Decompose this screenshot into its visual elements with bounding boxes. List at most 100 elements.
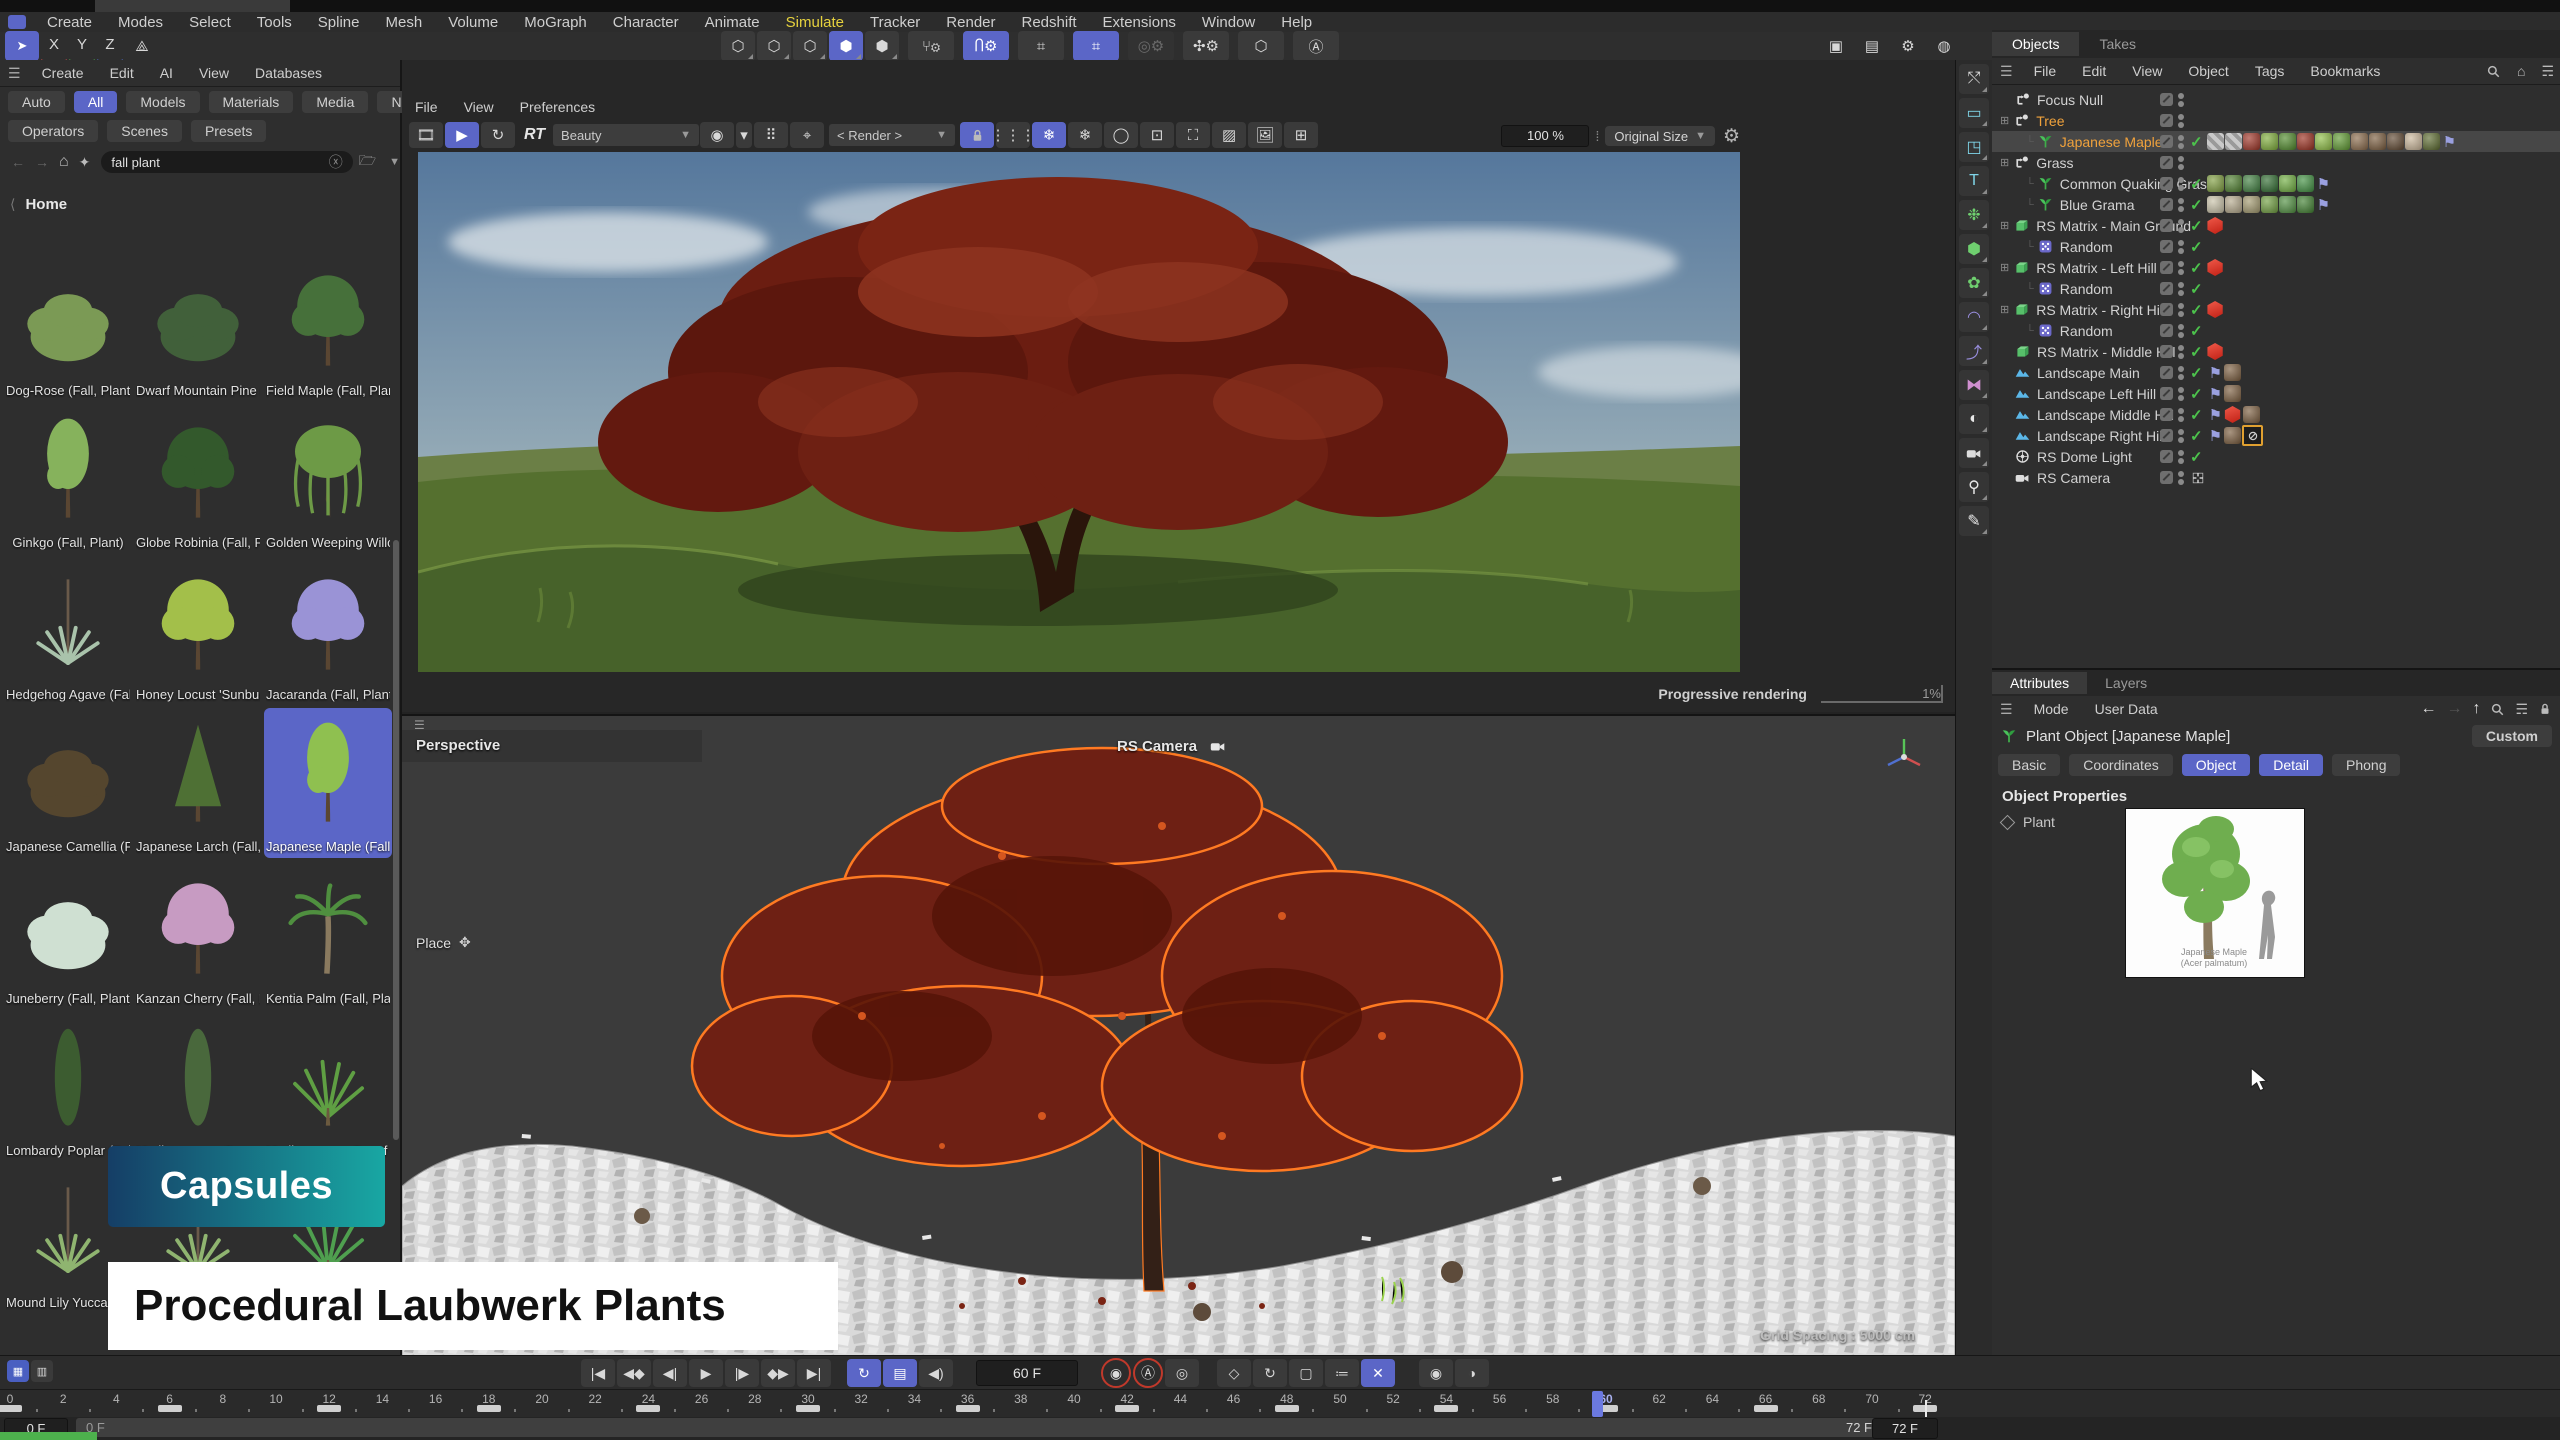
visibility-dots[interactable] (2178, 344, 2184, 360)
record-parameter[interactable]: ≔ (1325, 1359, 1359, 1387)
object-row-rs-dome-light[interactable]: RS Dome Light✓ (1992, 446, 2560, 467)
menu-volume[interactable]: Volume (435, 14, 511, 31)
layer-toggle[interactable] (2160, 282, 2173, 295)
attr-panel-menu-icon[interactable]: ☰ (2000, 701, 2013, 718)
om-tab-objects[interactable]: Objects (1992, 32, 2079, 56)
pv-menu-file[interactable]: File (402, 99, 451, 115)
redshift-tag[interactable] (2224, 406, 2241, 423)
material-tag[interactable] (2207, 175, 2224, 192)
grid-toggle-icon[interactable]: ⌗ (1018, 31, 1064, 61)
menu-render[interactable]: Render (933, 14, 1008, 31)
filter-tab-scenes[interactable]: Scenes (107, 120, 182, 142)
auto-mode-icon[interactable]: Ⓐ (1293, 31, 1339, 61)
interactive-render-icon[interactable]: ◍ (1927, 31, 1961, 61)
camera-active-icon[interactable] (2190, 470, 2206, 486)
om-menu-object[interactable]: Object (2175, 63, 2241, 79)
visibility-dots[interactable] (2178, 92, 2184, 108)
loop-playback[interactable]: ↻ (847, 1359, 881, 1387)
attr-tab-chip-detail[interactable]: Detail (2259, 754, 2323, 776)
layer-toggle[interactable] (2160, 324, 2173, 337)
menu-modes[interactable]: Modes (105, 14, 176, 31)
timeline-mode-icon[interactable]: ▦ (7, 1360, 29, 1382)
record-keyframe[interactable]: ◉ (1101, 1358, 1131, 1388)
material-tag[interactable] (2423, 133, 2440, 150)
plant-param-bullet[interactable] (2000, 814, 2016, 830)
filter-tab-operators[interactable]: Operators (8, 120, 98, 142)
material-tag[interactable] (2369, 133, 2386, 150)
attr-tab-chip-coordinates[interactable]: Coordinates (2069, 754, 2173, 776)
enabled-check-icon[interactable]: ✓ (2190, 217, 2203, 235)
ab-menu-view[interactable]: View (186, 65, 242, 81)
material-tag[interactable] (2261, 133, 2278, 150)
record-rotation[interactable]: ↻ (1253, 1359, 1287, 1387)
solo-object[interactable]: ◉ (1419, 1359, 1453, 1387)
plant-tile-japanese[interactable]: Japanese Larch (Fall, Pl... (134, 708, 262, 858)
redshift-tag[interactable] (2207, 217, 2224, 234)
object-row-landscape-right-hill[interactable]: Landscape Right Hill✓⚑ (1992, 425, 2560, 446)
visibility-dots[interactable] (2178, 239, 2184, 255)
render-view-icon[interactable]: ▣ (1819, 31, 1853, 61)
expand-box[interactable]: ⊞ (2000, 156, 2009, 169)
visibility-dots[interactable] (2178, 218, 2184, 234)
menu-redshift[interactable]: Redshift (1009, 14, 1090, 31)
collapse-icon[interactable]: ⟨ (10, 196, 15, 213)
timeline-options-icon[interactable]: ▥ (31, 1360, 53, 1382)
clear-search-icon[interactable]: ⓧ (329, 152, 343, 172)
enabled-check-icon[interactable]: ✓ (2190, 196, 2203, 214)
layer-toggle[interactable] (2160, 408, 2173, 421)
pv-region-icon[interactable]: ◯ (1104, 122, 1138, 148)
plant-tile-lombardy[interactable]: Lombardy Poplar (Fall... (4, 1012, 132, 1162)
material-tag[interactable] (2261, 196, 2278, 213)
object-row-random[interactable]: └Random✓ (1992, 278, 2560, 299)
expand-box[interactable]: ⊞ (2000, 114, 2009, 127)
enabled-check-icon[interactable]: ✓ (2190, 280, 2203, 298)
solo-hierarchy[interactable]: ◑ (1455, 1359, 1489, 1387)
pv-size-dropdown[interactable]: Original Size▼ (1605, 126, 1715, 146)
material-tag[interactable] (2225, 133, 2242, 150)
hierarchy-options-icon[interactable]: ⑂⚙ (908, 31, 954, 61)
layer-toggle[interactable] (2160, 366, 2173, 379)
plant-tile-hedgehog[interactable]: Hedgehog Agave (Fall... (4, 556, 132, 706)
object-row-common-quaking-grass[interactable]: └Common Quaking Grass✓⚑ (1992, 173, 2560, 194)
object-row-rs-matrix-right-hill[interactable]: ⊞RS Matrix - Right Hill✓ (1992, 299, 2560, 320)
pv-beauty-dropdown[interactable]: Beauty▼ (553, 124, 699, 146)
material-tag[interactable] (2279, 175, 2296, 192)
material-tag[interactable] (2243, 196, 2260, 213)
enabled-check-icon[interactable]: ✓ (2190, 343, 2203, 361)
add-text-icon[interactable]: T (1959, 166, 1989, 196)
layer-toggle[interactable] (2160, 219, 2173, 232)
material-tag[interactable] (2297, 196, 2314, 213)
pv-zoom-field[interactable]: 100 % (1501, 125, 1589, 147)
menu-create[interactable]: Create (34, 14, 105, 31)
plant-tile-mediterranean[interactable]: Mediterranean Dwarf ... (264, 1012, 392, 1162)
visibility-dots[interactable] (2178, 323, 2184, 339)
render-settings-icon[interactable]: ⚙ (1891, 31, 1925, 61)
edit-pen-icon[interactable]: ✎ (1959, 506, 1989, 536)
layer-toggle[interactable] (2160, 135, 2173, 148)
enabled-check-icon[interactable]: ✓ (2190, 406, 2203, 424)
prev-key[interactable]: ◀◆ (617, 1359, 651, 1387)
layer-toggle[interactable] (2160, 114, 2173, 127)
add-camera-icon[interactable] (1959, 438, 1989, 468)
enabled-check-icon[interactable]: ✓ (2190, 238, 2203, 256)
playhead[interactable] (1592, 1391, 1603, 1417)
enabled-check-icon[interactable]: ✓ (2190, 259, 2203, 277)
mode-polygons-icon[interactable]: ⬡ (793, 31, 827, 61)
material-tag[interactable] (2225, 196, 2242, 213)
menu-mograph[interactable]: MoGraph (511, 14, 600, 31)
menu-spline[interactable]: Spline (305, 14, 373, 31)
annotation-flag-tag[interactable]: ⚑ (2317, 196, 2330, 214)
sound-toggle[interactable]: ◀) (919, 1359, 953, 1387)
material-tag[interactable] (2333, 133, 2350, 150)
material-tag[interactable] (2297, 133, 2314, 150)
ab-menu-ai[interactable]: AI (147, 65, 186, 81)
redshift-tag[interactable] (2207, 343, 2224, 360)
attr-tab-attributes[interactable]: Attributes (1992, 672, 2087, 694)
forward-icon[interactable]: → (35, 154, 49, 170)
attr-forward-icon[interactable]: → (2446, 700, 2462, 718)
pv-add-image-icon[interactable]: ⊞ (1284, 122, 1318, 148)
ab-panel-menu-icon[interactable]: ☰ (8, 65, 21, 82)
pv-play-icon[interactable]: ▶ (445, 122, 479, 148)
enabled-check-icon[interactable]: ✓ (2190, 301, 2203, 319)
om-menu-view[interactable]: View (2119, 63, 2175, 79)
